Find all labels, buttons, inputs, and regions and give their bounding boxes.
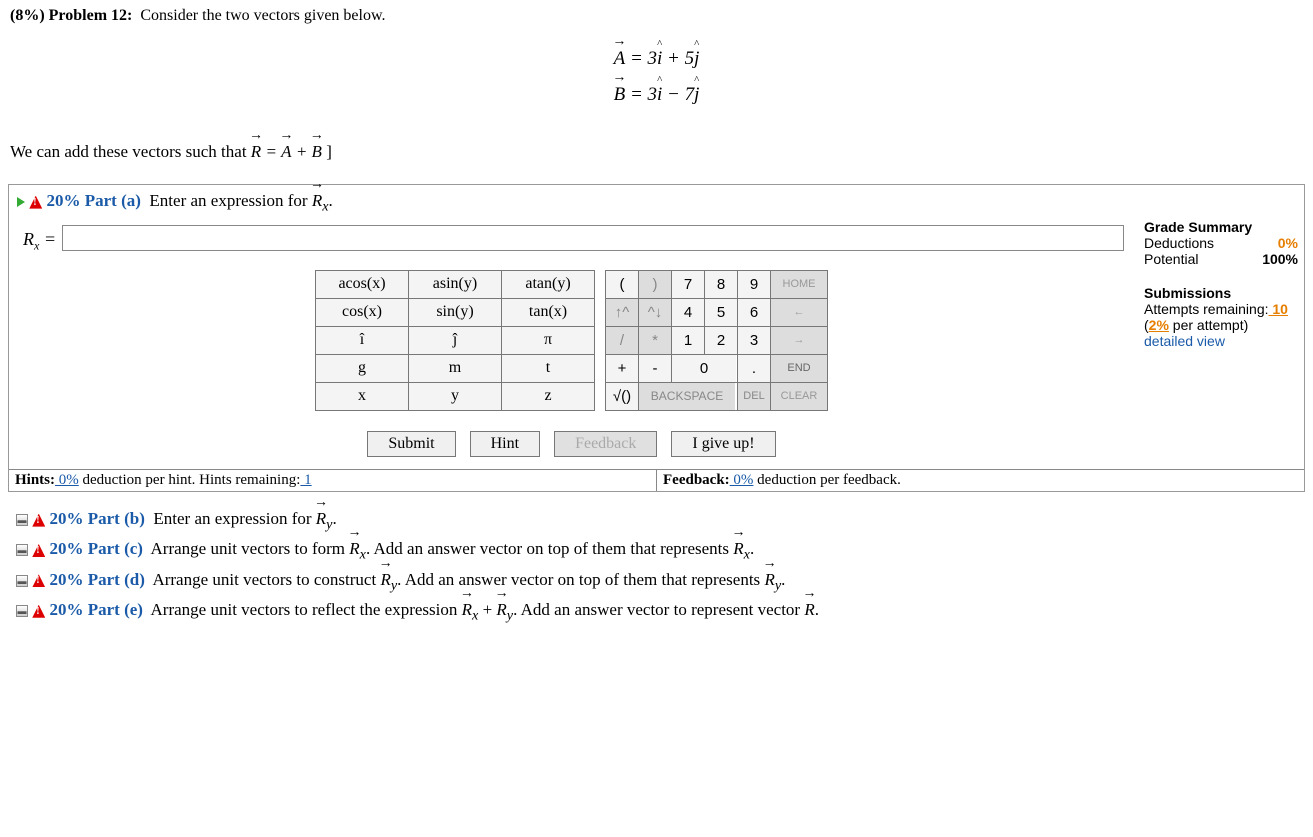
key-ihat[interactable]: î [316, 327, 408, 354]
key-jhat[interactable]: ĵ [409, 327, 501, 354]
key-m[interactable]: m [409, 355, 501, 382]
problem-prompt: Consider the two vectors given below. [140, 7, 385, 24]
key-sub[interactable]: ^↓ [639, 299, 671, 326]
key-y[interactable]: y [409, 383, 501, 410]
vector-B: B [614, 84, 626, 106]
numeric-keypad: ( ) 7 8 9 HOME ↑^ ^↓ 4 5 6 ← [605, 270, 828, 411]
warning-icon [32, 514, 45, 527]
key-sup[interactable]: ↑^ [606, 299, 638, 326]
warning-icon [32, 605, 45, 618]
key-left[interactable]: ← [771, 299, 827, 326]
key-atan[interactable]: atan(y) [502, 271, 594, 298]
key-cos[interactable]: cos(x) [316, 299, 408, 326]
submissions-title: Submissions [1144, 285, 1231, 301]
key-mul[interactable]: * [639, 327, 671, 354]
key-del[interactable]: DEL [738, 383, 770, 410]
detailed-view-link[interactable]: detailed view [1144, 333, 1298, 349]
key-3[interactable]: 3 [738, 327, 770, 354]
key-z[interactable]: z [502, 383, 594, 410]
giveup-button[interactable]: I give up! [671, 431, 775, 457]
problem-header: (8%) Problem 12: Consider the two vector… [4, 4, 1309, 28]
problem-number: Problem 12: [49, 7, 133, 24]
other-parts: ▬ 20% Part (b) Enter an expression for R… [4, 496, 1309, 634]
expand-icon[interactable]: ▬ [16, 575, 28, 587]
key-asin[interactable]: asin(y) [409, 271, 501, 298]
answer-box: 20% Part (a) Enter an expression for Rx.… [8, 184, 1305, 492]
key-clear[interactable]: CLEAR [771, 383, 827, 410]
problem-follow-text: We can add these vectors such that R = A… [4, 136, 1309, 180]
key-9[interactable]: 9 [738, 271, 770, 298]
key-6[interactable]: 6 [738, 299, 770, 326]
part-c-row[interactable]: ▬ 20% Part (c) Arrange unit vectors to f… [16, 536, 1303, 566]
play-icon [17, 197, 25, 207]
key-5[interactable]: 5 [705, 299, 737, 326]
warning-icon [29, 196, 42, 209]
feedback-button[interactable]: Feedback [554, 431, 657, 457]
key-acos[interactable]: acos(x) [316, 271, 408, 298]
key-right[interactable]: → [771, 327, 827, 354]
key-home[interactable]: HOME [771, 271, 827, 298]
hint-button[interactable]: Hint [470, 431, 540, 457]
key-1[interactable]: 1 [672, 327, 704, 354]
submit-button[interactable]: Submit [367, 431, 455, 457]
key-backspace[interactable]: BACKSPACE [639, 383, 735, 410]
attempts-remaining[interactable]: 10 [1269, 301, 1288, 317]
key-plus[interactable]: + [606, 355, 638, 382]
key-rparen[interactable]: ) [639, 271, 671, 298]
key-div[interactable]: / [606, 327, 638, 354]
vector-A: A [614, 48, 626, 70]
hints-remaining[interactable]: 1 [300, 472, 311, 488]
part-e-row[interactable]: ▬ 20% Part (e) Arrange unit vectors to r… [16, 597, 1303, 627]
part-b-row[interactable]: ▬ 20% Part (b) Enter an expression for R… [16, 506, 1303, 536]
expand-icon[interactable]: ▬ [16, 605, 28, 617]
part-a-header: 20% Part (a) Enter an expression for Rx. [9, 185, 1134, 221]
key-g[interactable]: g [316, 355, 408, 382]
key-8[interactable]: 8 [705, 271, 737, 298]
grade-summary: Grade Summary Deductions0% Potential100%… [1134, 185, 1304, 469]
key-dot[interactable]: . [738, 355, 770, 382]
bottom-info: Hints: 0% deduction per hint. Hints rema… [9, 469, 1304, 491]
key-lparen[interactable]: ( [606, 271, 638, 298]
key-x[interactable]: x [316, 383, 408, 410]
function-keypad: acos(x)asin(y)atan(y) cos(x)sin(y)tan(x)… [315, 270, 595, 411]
key-minus[interactable]: - [639, 355, 671, 382]
key-7[interactable]: 7 [672, 271, 704, 298]
equation-block: A = 3i + 5j B = 3i − 7j [4, 48, 1309, 106]
key-2[interactable]: 2 [705, 327, 737, 354]
key-sqrt[interactable]: √() [606, 383, 638, 410]
part-d-row[interactable]: ▬ 20% Part (d) Arrange unit vectors to c… [16, 567, 1303, 597]
grade-title: Grade Summary [1144, 219, 1252, 235]
feedback-deduction[interactable]: 0% [730, 472, 754, 488]
hints-deduction[interactable]: 0% [55, 472, 79, 488]
problem-weight: (8%) [10, 7, 45, 24]
key-end[interactable]: END [771, 355, 827, 382]
answer-label: Rx = [19, 225, 62, 254]
key-0[interactable]: 0 [672, 355, 736, 382]
key-pi[interactable]: π [502, 327, 594, 354]
warning-icon [32, 574, 45, 587]
key-4[interactable]: 4 [672, 299, 704, 326]
expand-icon[interactable]: ▬ [16, 544, 28, 556]
key-tan[interactable]: tan(x) [502, 299, 594, 326]
key-sin[interactable]: sin(y) [409, 299, 501, 326]
part-a-label: 20% Part (a) [47, 191, 141, 210]
answer-input[interactable] [62, 225, 1124, 251]
warning-icon [32, 544, 45, 557]
key-t[interactable]: t [502, 355, 594, 382]
expand-icon[interactable]: ▬ [16, 514, 28, 526]
